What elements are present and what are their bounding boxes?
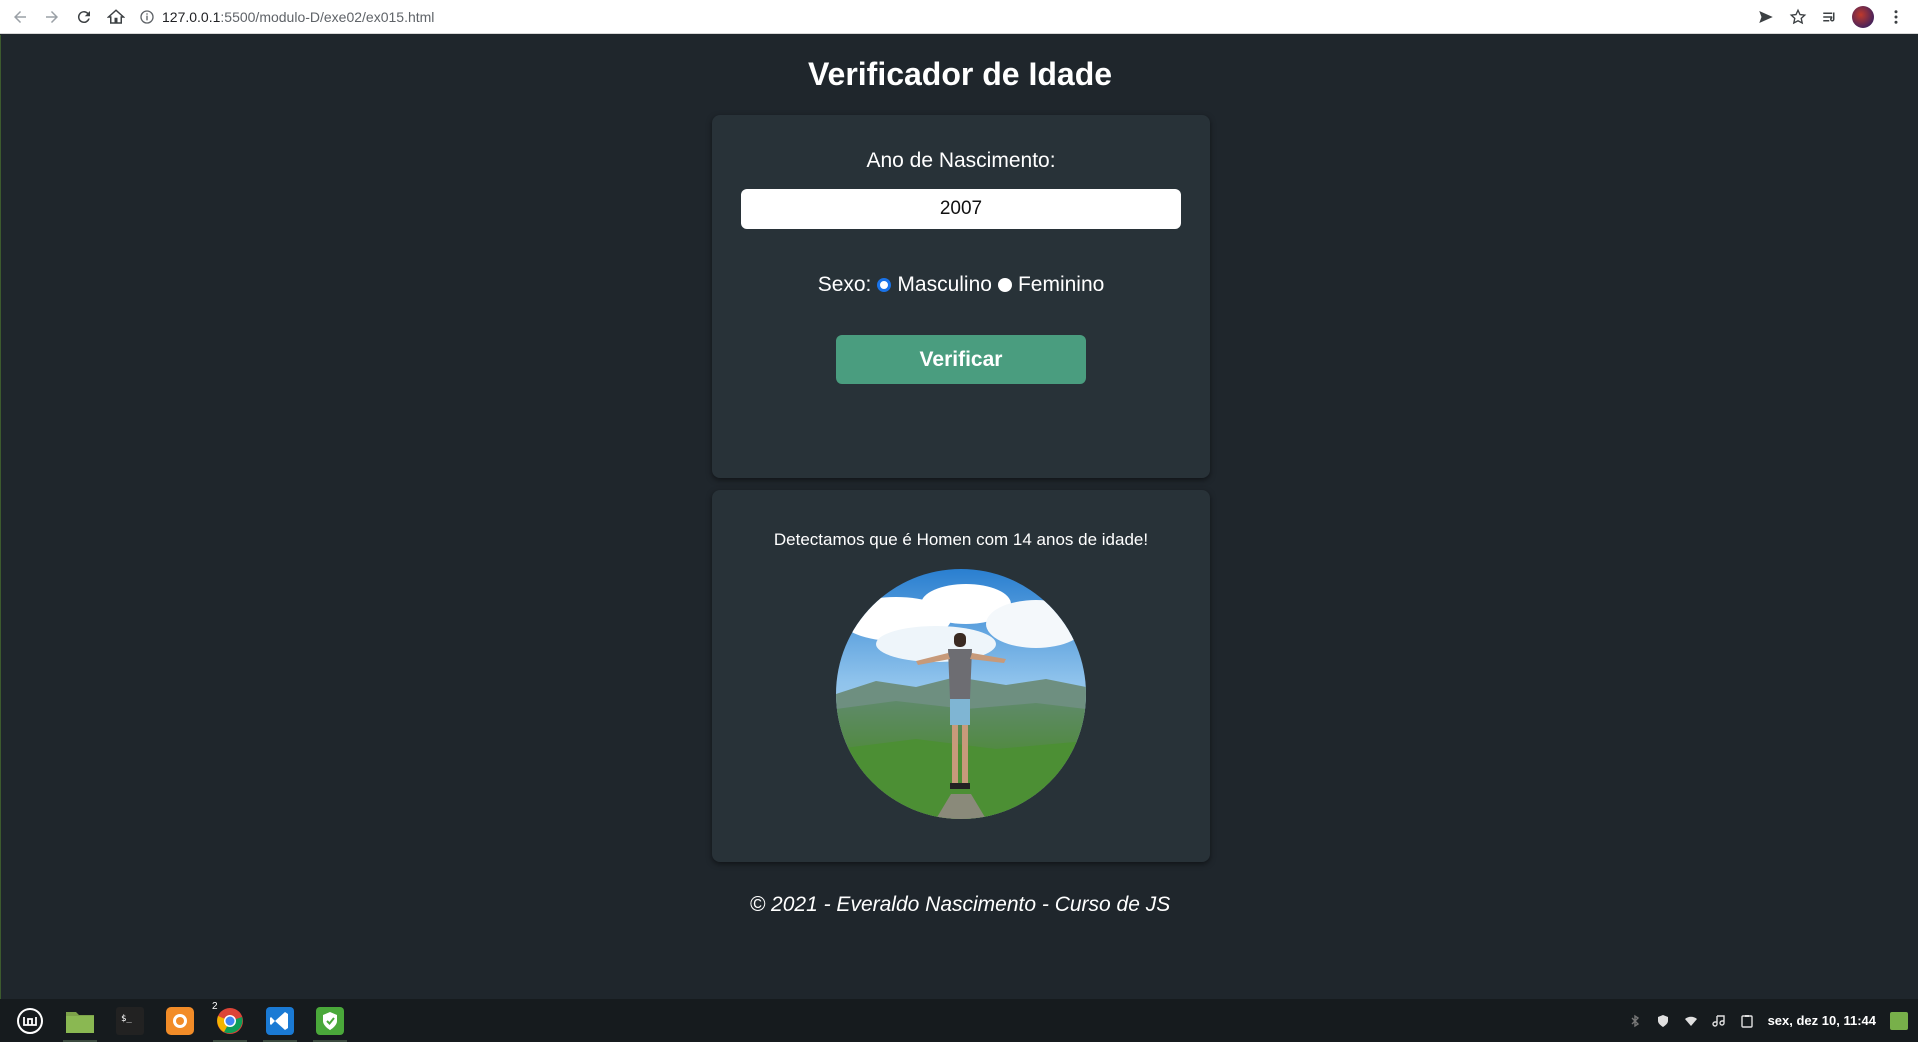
menu-button[interactable] bbox=[1880, 1, 1912, 33]
year-label: Ano de Nascimento: bbox=[866, 149, 1056, 172]
taskbar-chrome[interactable]: 2 bbox=[210, 1000, 250, 1042]
browser-toolbar: 127.0.0.1:5500/modulo-D/exe02/ex015.html bbox=[0, 0, 1918, 34]
arrow-right-icon bbox=[46, 10, 58, 23]
reload-button[interactable] bbox=[68, 1, 100, 33]
radio-masculino[interactable] bbox=[877, 278, 892, 292]
menu-icon bbox=[17, 1007, 43, 1034]
url-text: 127.0.0.1:5500/modulo-D/exe02/ex015.html bbox=[162, 9, 434, 25]
page-title: Verificador de Idade bbox=[807, 56, 1113, 92]
taskbar-files[interactable] bbox=[60, 1003, 100, 1042]
shield-icon bbox=[316, 1006, 344, 1035]
taskbar-shield[interactable] bbox=[310, 1003, 350, 1042]
url-host: 127.0.0.1 bbox=[162, 8, 221, 25]
send-button[interactable] bbox=[1750, 1, 1782, 33]
media-button[interactable] bbox=[1814, 1, 1846, 33]
files-icon bbox=[66, 1011, 94, 1033]
music-note-icon[interactable] bbox=[1711, 1014, 1726, 1028]
taskbar: $_ 2 sex, dez 10, 11:44 bbox=[0, 999, 1918, 1042]
svg-text:$_: $_ bbox=[121, 1014, 132, 1024]
chrome-icon bbox=[217, 1007, 243, 1034]
page-content: Verificador de Idade Ano de Nascimento: … bbox=[0, 35, 1918, 999]
result-photo bbox=[836, 569, 1086, 819]
terminal-icon: $_ bbox=[116, 1006, 144, 1035]
address-bar[interactable]: 127.0.0.1:5500/modulo-D/exe02/ex015.html bbox=[136, 4, 1750, 30]
bluetooth-icon[interactable] bbox=[1628, 1014, 1642, 1028]
kebab-menu-icon bbox=[1894, 9, 1898, 24]
taskbar-firefox[interactable] bbox=[160, 1003, 200, 1039]
playlist-icon bbox=[1823, 12, 1835, 21]
nav-buttons bbox=[4, 1, 132, 33]
star-icon bbox=[1789, 8, 1807, 24]
sex-row: Sexo: Masculino Feminino bbox=[712, 273, 1210, 297]
toolbar-actions bbox=[1750, 1, 1912, 33]
bookmark-button[interactable] bbox=[1782, 1, 1814, 33]
send-icon bbox=[1759, 10, 1773, 23]
clipboard-icon[interactable] bbox=[1740, 1014, 1754, 1028]
year-input[interactable] bbox=[741, 189, 1181, 229]
result-card: Detectamos que é Homen com 14 anos de id… bbox=[712, 490, 1210, 862]
wifi-icon[interactable] bbox=[1684, 1014, 1698, 1028]
security-shield-icon[interactable] bbox=[1656, 1014, 1670, 1028]
url-path: :5500/modulo-D/exe02/ex015.html bbox=[220, 8, 435, 25]
result-text: Detectamos que é Homen com 14 anos de id… bbox=[773, 530, 1149, 549]
chrome-window-count: 2 bbox=[212, 1000, 218, 1012]
info-icon[interactable] bbox=[136, 6, 158, 28]
clock[interactable]: sex, dez 10, 11:44 bbox=[1768, 1013, 1876, 1028]
radio-masculino-label[interactable]: Masculino bbox=[897, 273, 992, 297]
forward-button[interactable] bbox=[36, 1, 68, 33]
taskbar-terminal[interactable]: $_ bbox=[110, 1003, 150, 1039]
arrow-left-icon bbox=[14, 10, 26, 23]
firefox-icon bbox=[166, 1006, 194, 1035]
footer-text: © 2021 - Everaldo Nascimento - Curso de … bbox=[749, 893, 1171, 916]
radio-feminino[interactable] bbox=[997, 278, 1012, 292]
sex-label: Sexo: bbox=[817, 273, 872, 296]
back-button[interactable] bbox=[4, 1, 36, 33]
home-button[interactable] bbox=[100, 1, 132, 33]
reload-icon bbox=[77, 10, 90, 23]
home-icon bbox=[107, 8, 125, 24]
vscode-icon bbox=[266, 1006, 294, 1035]
show-desktop-icon[interactable] bbox=[1890, 1011, 1908, 1030]
form-card: Ano de Nascimento: Sexo: Masculino Femin… bbox=[712, 115, 1210, 478]
system-tray: sex, dez 10, 11:44 bbox=[1628, 1011, 1908, 1030]
profile-avatar[interactable] bbox=[1852, 5, 1874, 28]
verify-button[interactable]: Verificar bbox=[836, 335, 1086, 384]
taskbar-vscode[interactable] bbox=[260, 1003, 300, 1042]
start-menu-button[interactable] bbox=[10, 1003, 50, 1039]
radio-feminino-label[interactable]: Feminino bbox=[1018, 273, 1104, 297]
